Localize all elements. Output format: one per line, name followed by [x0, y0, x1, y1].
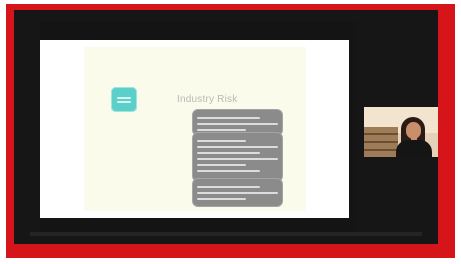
document-icon	[111, 87, 137, 112]
participant-video[interactable]	[364, 107, 438, 157]
risk-box	[192, 178, 283, 207]
slide-title: Industry Risk	[177, 94, 238, 105]
shared-slide: Industry Risk	[40, 40, 349, 218]
slide-content-panel: Industry Risk	[84, 47, 306, 211]
participant-body	[396, 140, 432, 157]
bookshelf	[364, 127, 398, 157]
meeting-bottom-edge	[30, 232, 422, 236]
risk-box	[192, 132, 283, 182]
